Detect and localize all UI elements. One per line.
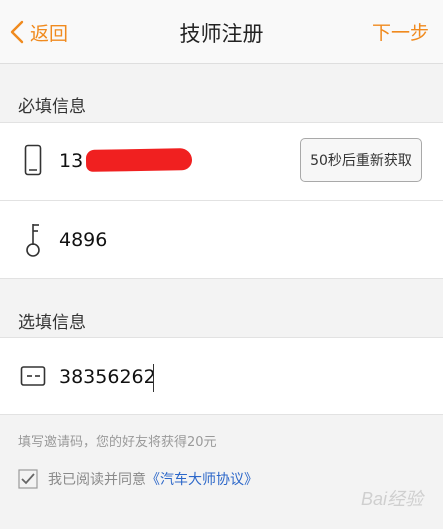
agreement-prefix-text: 我已阅读并同意 — [48, 472, 146, 488]
key-icon — [26, 224, 40, 257]
optional-section-label: 选填信息 — [18, 313, 86, 333]
invite-hint-text: 填写邀请码，您的好友将获得20元 — [18, 435, 217, 450]
required-section-label: 必填信息 — [18, 97, 86, 117]
text-cursor — [153, 364, 154, 392]
agreement-link[interactable]: 《汽车大师协议》 — [146, 469, 258, 489]
resend-code-button[interactable]: 50秒后重新获取 — [300, 138, 422, 182]
agreement-row: 我已阅读并同意 《汽车大师协议》 — [18, 469, 258, 489]
phone-icon — [24, 144, 42, 176]
divider — [0, 122, 443, 123]
agreement-checkbox[interactable] — [18, 469, 38, 489]
header-bar: 返回 技师注册 下一步 — [0, 0, 443, 64]
next-step-button[interactable]: 下一步 — [372, 18, 429, 45]
divider — [0, 414, 443, 415]
watermark: Bai经验 — [360, 489, 423, 509]
divider — [0, 278, 443, 279]
invite-code-field[interactable]: 38356262 — [59, 366, 156, 388]
redaction-mark — [85, 148, 193, 172]
phone-field[interactable]: 13 — [59, 150, 83, 172]
verification-code-field[interactable]: 4896 — [59, 229, 107, 251]
card-icon — [20, 366, 46, 386]
